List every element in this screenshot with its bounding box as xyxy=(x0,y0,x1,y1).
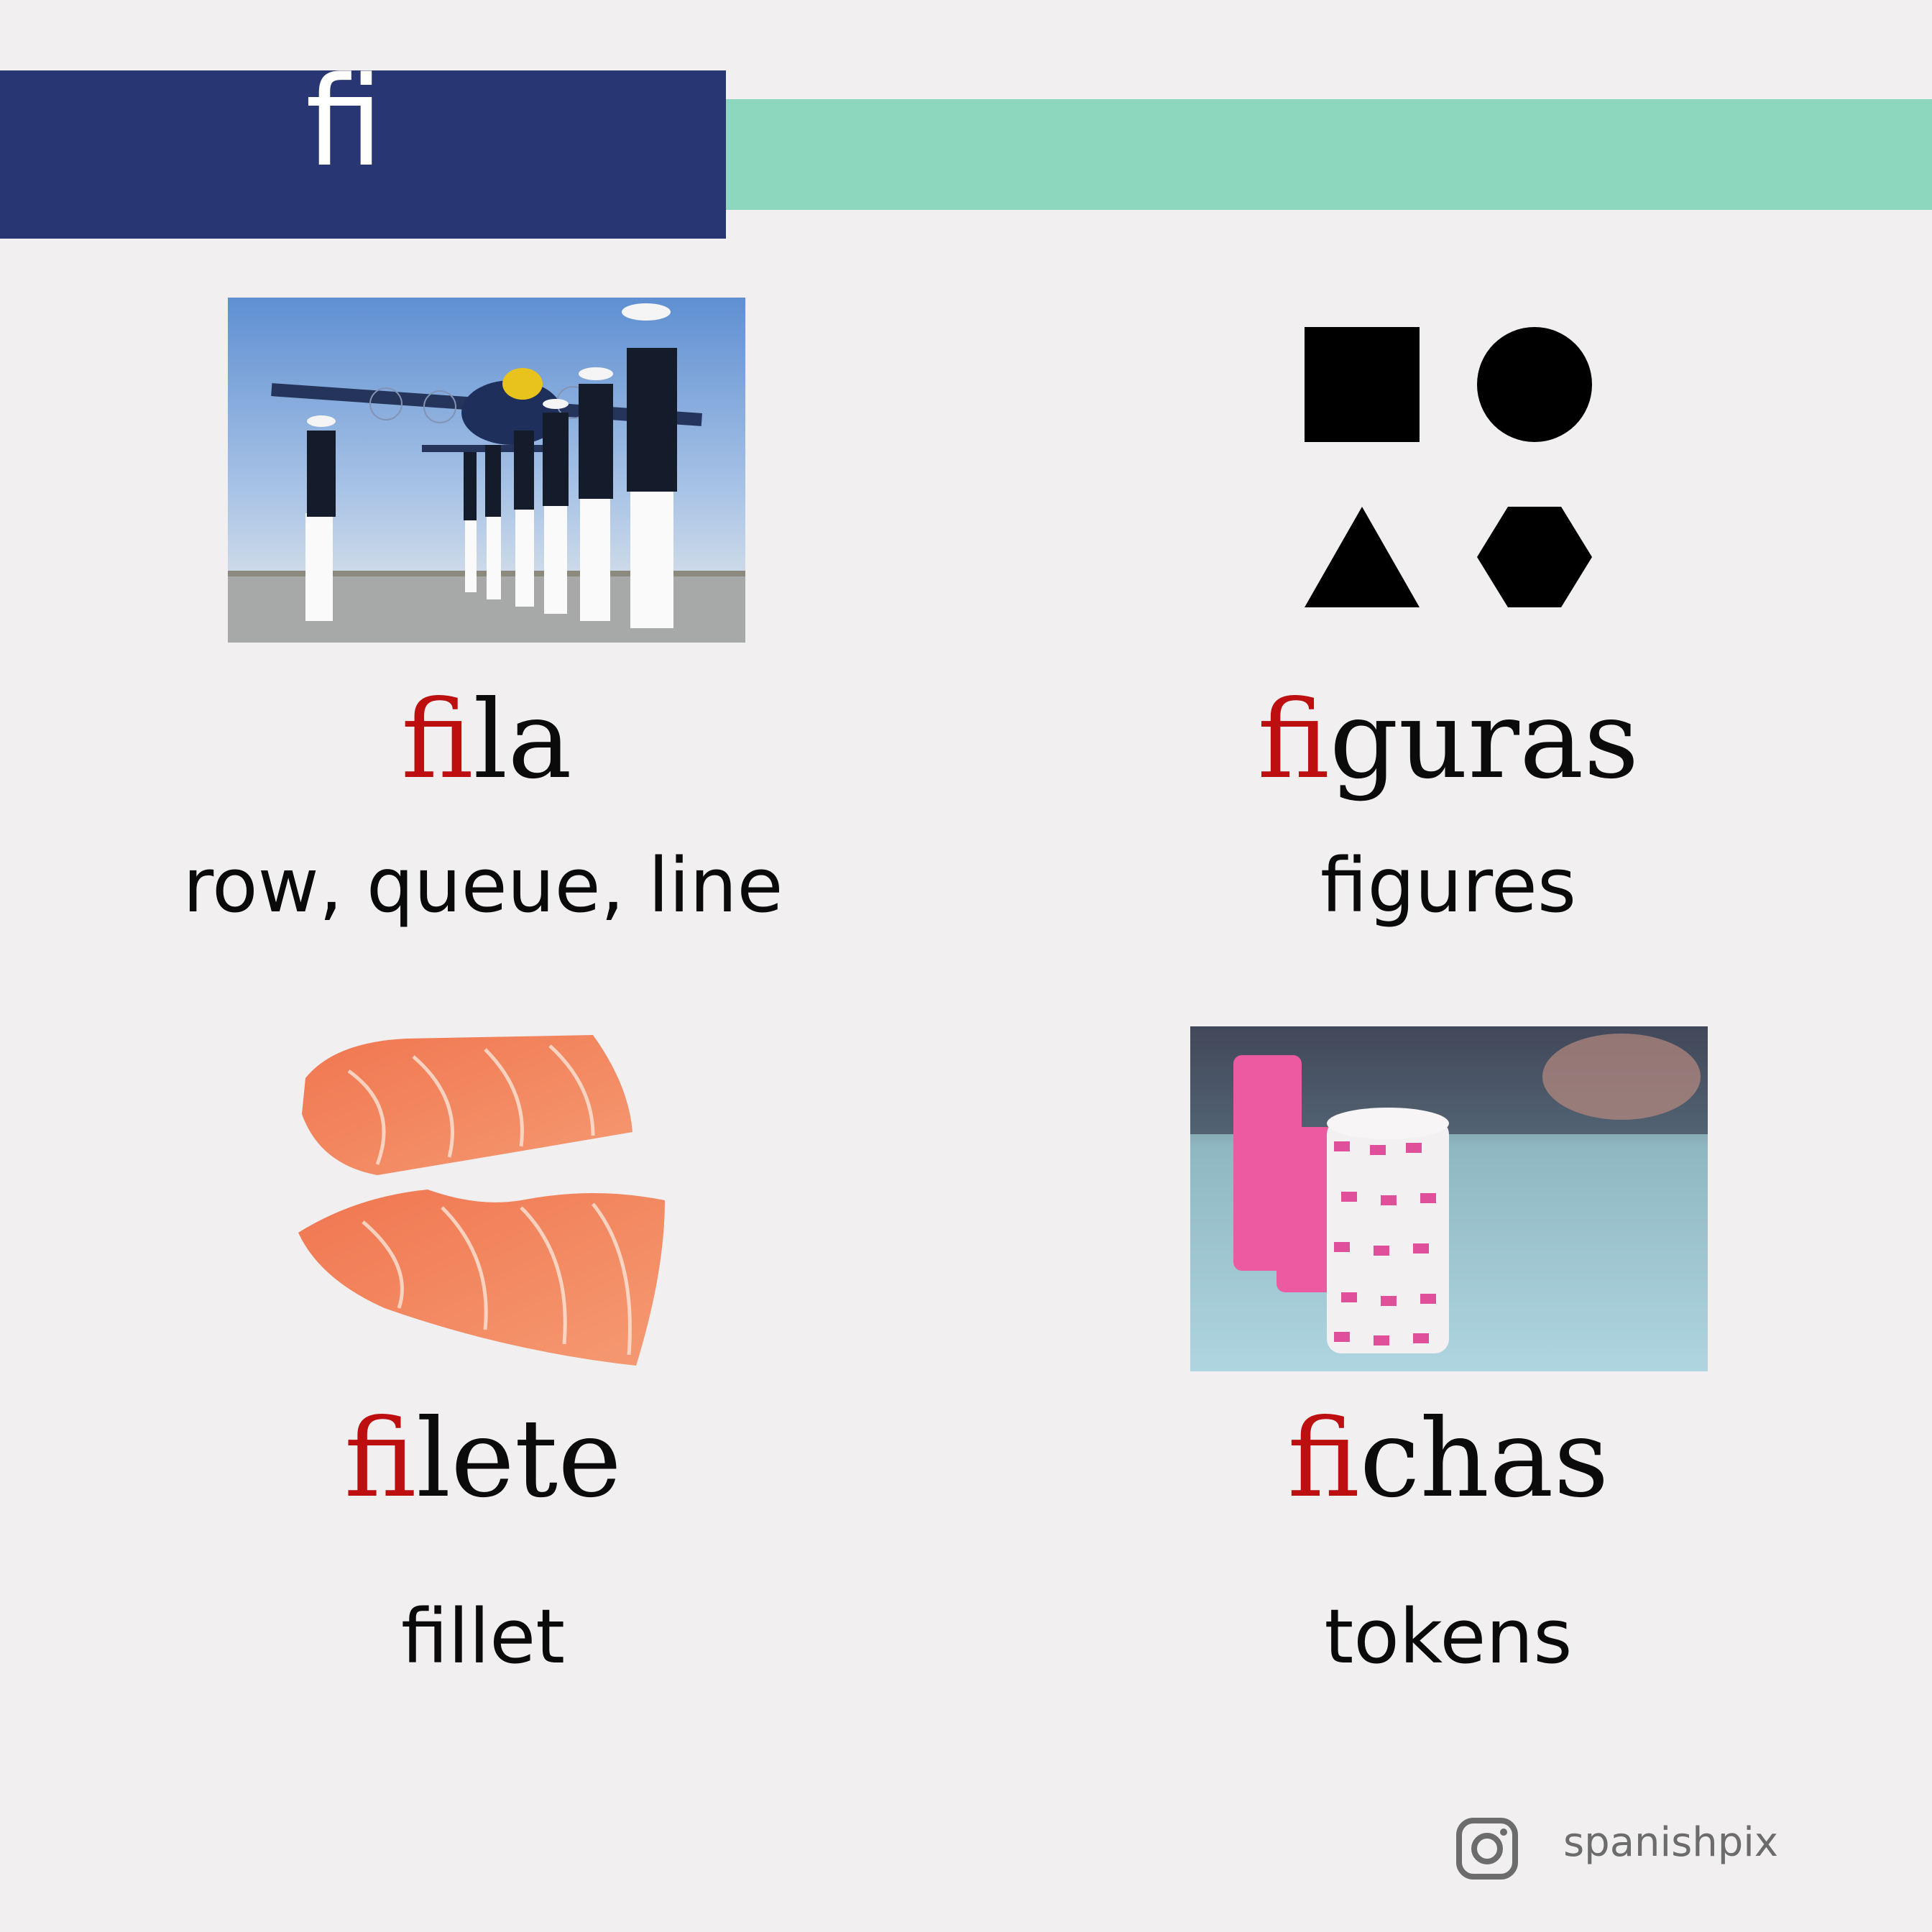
accent-bar xyxy=(726,99,1932,210)
word-highlight: fi xyxy=(1287,1397,1360,1522)
instagram-icon[interactable] xyxy=(1455,1817,1519,1880)
syllable-title: fi xyxy=(305,50,384,194)
translation-fila: row, queue, line xyxy=(183,842,783,929)
poker-chips-image xyxy=(1190,1026,1708,1371)
geometric-shapes-icon xyxy=(1301,323,1596,611)
instagram-handle[interactable]: spanishpix xyxy=(1563,1823,1778,1863)
salmon-fillet-image xyxy=(291,1028,679,1373)
word-fichas: fichas xyxy=(1089,1405,1808,1513)
word-rest: la xyxy=(473,678,572,803)
translation-fichas: tokens xyxy=(1324,1593,1573,1680)
word-filete: filete xyxy=(124,1405,842,1513)
word-highlight: fi xyxy=(401,678,474,803)
word-rest: chas xyxy=(1359,1397,1609,1522)
word-highlight: fi xyxy=(344,1397,417,1522)
translation-filete: fillet xyxy=(400,1593,566,1680)
translation-figuras: figures xyxy=(1320,842,1577,929)
word-rest: guras xyxy=(1329,678,1639,803)
word-fila: fila xyxy=(127,686,846,794)
marines-row-image xyxy=(228,298,745,643)
word-rest: lete xyxy=(416,1397,622,1522)
word-figuras: figuras xyxy=(1089,686,1808,794)
word-highlight: fi xyxy=(1257,678,1330,803)
